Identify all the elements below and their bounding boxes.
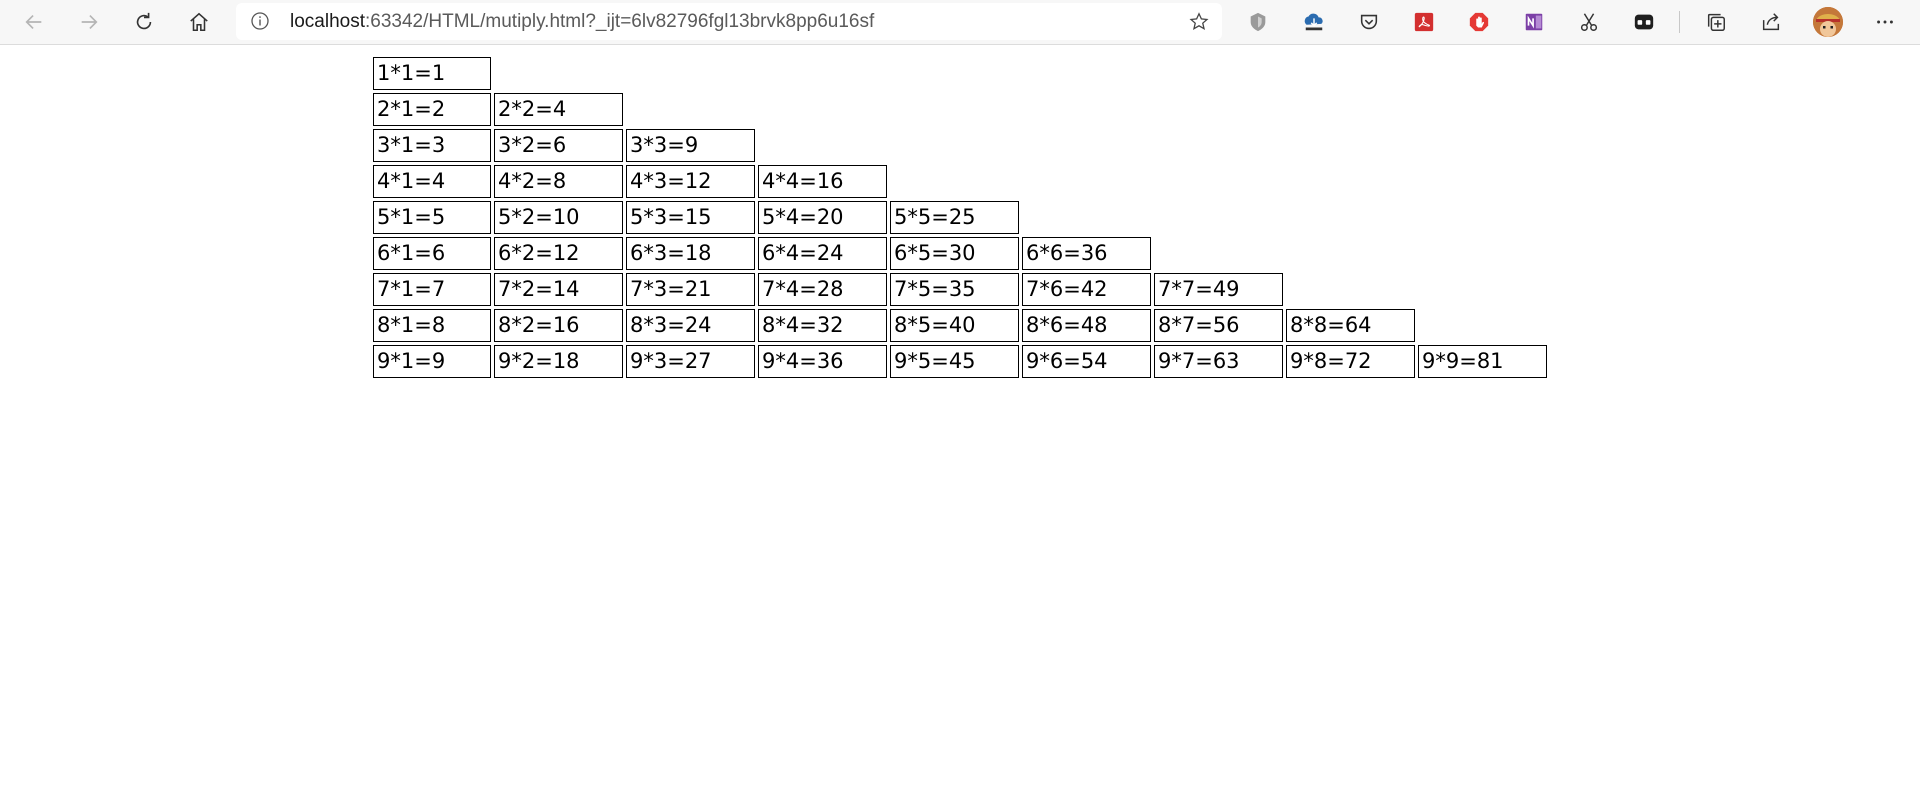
table-cell: 3*2=6 — [494, 129, 623, 162]
table-cell: 6*6=36 — [1022, 237, 1151, 270]
info-icon[interactable] — [250, 11, 270, 31]
table-cell: 9*8=72 — [1286, 345, 1415, 378]
pdf-extension-icon[interactable] — [1411, 9, 1437, 35]
table-cell: 4*2=8 — [494, 165, 623, 198]
table-cell: 9*3=27 — [626, 345, 755, 378]
more-icon[interactable] — [1872, 9, 1898, 35]
table-cell: 9*5=45 — [890, 345, 1019, 378]
scissors-icon[interactable] — [1576, 9, 1602, 35]
share-icon[interactable] — [1758, 9, 1784, 35]
download-extension-icon[interactable] — [1301, 9, 1327, 35]
table-cell: 7*3=21 — [626, 273, 755, 306]
url-path: :63342/HTML/mutiply.html?_ijt=6lv82796fg… — [365, 11, 875, 32]
table-row: 4*1=4 4*2=8 4*3=12 4*4=16 — [373, 165, 1550, 198]
table-cell: 9*6=54 — [1022, 345, 1151, 378]
favorite-star-icon[interactable] — [1188, 11, 1210, 33]
url-text[interactable]: localhost:63342/HTML/mutiply.html?_ijt=6… — [290, 3, 874, 40]
table-cell: 6*3=18 — [626, 237, 755, 270]
table-cell: 4*4=16 — [758, 165, 887, 198]
table-cell: 6*4=24 — [758, 237, 887, 270]
url-host: localhost — [290, 11, 365, 32]
table-cell: 6*1=6 — [373, 237, 491, 270]
table-cell: 5*3=15 — [626, 201, 755, 234]
table-row: 7*1=7 7*2=14 7*3=21 7*4=28 7*5=35 7*6=42 7*7=4… — [373, 273, 1550, 306]
table-row: 9*1=9 9*2=18 9*3=27 9*4=36 9*5=45 9*6=54 9*7=6… — [373, 345, 1550, 378]
table-cell: 8*1=8 — [373, 309, 491, 342]
table-cell: 8*5=40 — [890, 309, 1019, 342]
table-cell: 5*5=25 — [890, 201, 1019, 234]
table-cell: 1*1=1 — [373, 57, 491, 90]
table-row: 6*1=6 6*2=12 6*3=18 6*4=24 6*5=30 6*6=36 — [373, 237, 1550, 270]
table-cell: 5*2=10 — [494, 201, 623, 234]
table-row: 8*1=8 8*2=16 8*3=24 8*4=32 8*5=40 8*6=48 8*7=5… — [373, 309, 1550, 342]
table-cell: 9*9=81 — [1418, 345, 1547, 378]
address-bar[interactable]: localhost:63342/HTML/mutiply.html?_ijt=6… — [236, 3, 1222, 40]
table-cell: 7*6=42 — [1022, 273, 1151, 306]
multiplication-table: 1*1=1 2*1=2 2*2=4 3*1=3 3*2=6 3*3=9 4*1=4 4*2=8… — [373, 57, 1550, 381]
table-cell: 7*5=35 — [890, 273, 1019, 306]
table-cell: 5*1=5 — [373, 201, 491, 234]
table-row: 2*1=2 2*2=4 — [373, 93, 1550, 126]
table-cell: 8*6=48 — [1022, 309, 1151, 342]
table-cell: 7*7=49 — [1154, 273, 1283, 306]
adblock-icon[interactable] — [1466, 9, 1492, 35]
table-cell: 8*4=32 — [758, 309, 887, 342]
table-cell: 8*3=24 — [626, 309, 755, 342]
onenote-icon[interactable] — [1521, 9, 1547, 35]
profile-avatar[interactable] — [1813, 7, 1843, 37]
table-cell: 7*2=14 — [494, 273, 623, 306]
refresh-icon[interactable] — [126, 4, 162, 40]
table-cell: 8*7=56 — [1154, 309, 1283, 342]
toolbar-separator — [1679, 11, 1680, 33]
table-cell: 9*4=36 — [758, 345, 887, 378]
table-cell: 3*1=3 — [373, 129, 491, 162]
table-cell: 4*1=4 — [373, 165, 491, 198]
back-icon[interactable] — [16, 4, 52, 40]
table-cell: 8*2=16 — [494, 309, 623, 342]
home-icon[interactable] — [181, 4, 217, 40]
forward-icon[interactable] — [71, 4, 107, 40]
table-cell: 7*4=28 — [758, 273, 887, 306]
table-row: 3*1=3 3*2=6 3*3=9 — [373, 129, 1550, 162]
table-cell: 2*1=2 — [373, 93, 491, 126]
mask-extension-icon[interactable] — [1631, 9, 1657, 35]
table-cell: 9*7=63 — [1154, 345, 1283, 378]
table-row: 1*1=1 — [373, 57, 1550, 90]
table-cell: 8*8=64 — [1286, 309, 1415, 342]
shield-extension-icon[interactable] — [1245, 9, 1271, 35]
table-cell: 6*5=30 — [890, 237, 1019, 270]
table-cell: 9*2=18 — [494, 345, 623, 378]
table-cell: 6*2=12 — [494, 237, 623, 270]
table-cell: 7*1=7 — [373, 273, 491, 306]
table-cell: 4*3=12 — [626, 165, 755, 198]
table-cell: 5*4=20 — [758, 201, 887, 234]
table-row: 5*1=5 5*2=10 5*3=15 5*4=20 5*5=25 — [373, 201, 1550, 234]
table-cell: 2*2=4 — [494, 93, 623, 126]
collections-icon[interactable] — [1703, 9, 1729, 35]
table-cell: 3*3=9 — [626, 129, 755, 162]
pocket-icon[interactable] — [1356, 9, 1382, 35]
browser-toolbar: localhost:63342/HTML/mutiply.html?_ijt=6… — [0, 0, 1920, 45]
table-cell: 9*1=9 — [373, 345, 491, 378]
